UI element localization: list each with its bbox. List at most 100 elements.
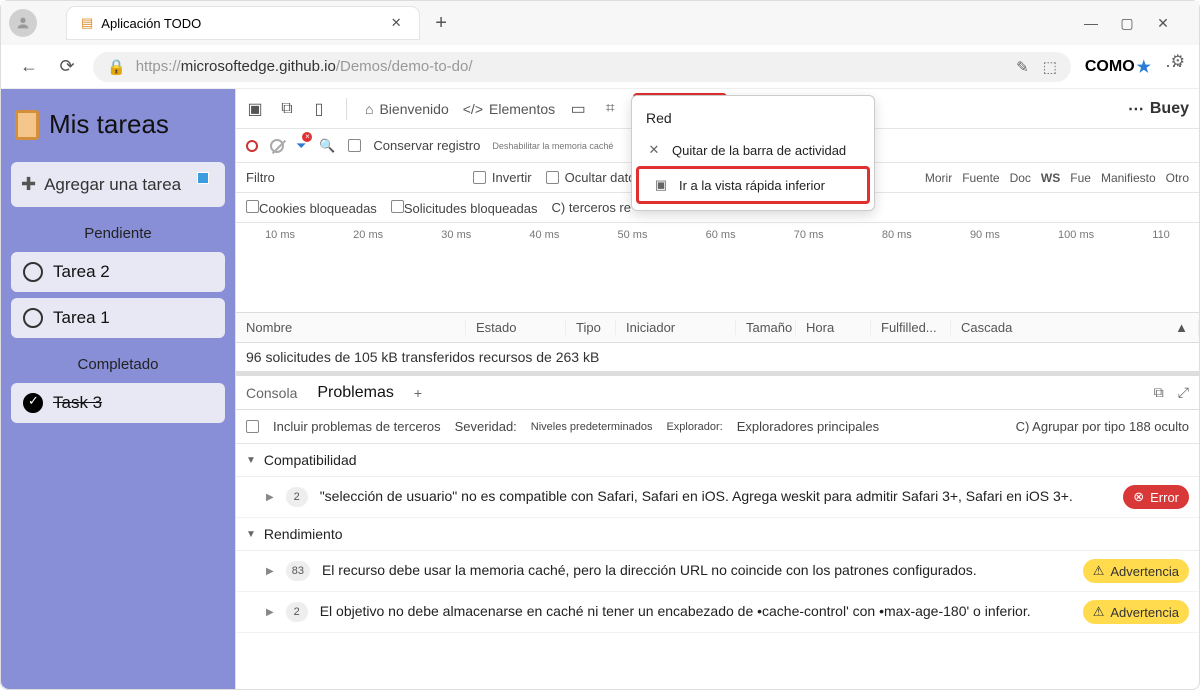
task-item-done[interactable]: Task 3 xyxy=(11,383,225,423)
issue-category-perf[interactable]: ▼Rendimiento xyxy=(236,518,1199,551)
triangle-right-icon: ▶ xyxy=(266,607,274,618)
triangle-down-icon: ▼ xyxy=(246,529,256,540)
search-icon[interactable]: 🔍 xyxy=(318,137,336,155)
disable-cache-label: Deshabilitar la memoria caché xyxy=(492,141,613,151)
network-summary: 96 solicitudes de 105 kB transferidos re… xyxy=(236,343,1199,372)
col-name[interactable]: Nombre xyxy=(236,320,466,335)
address-bar[interactable]: 🔒 https://microsoftedge.github.io/Demos/… xyxy=(93,52,1071,82)
context-menu-remove[interactable]: ✕ Quitar de la barra de actividad xyxy=(632,134,874,166)
issue-count-badge: 2 xyxy=(286,602,308,622)
dock-icon[interactable]: ▯ xyxy=(310,100,328,118)
issue-row[interactable]: ▶ 2 "selección de usuario" no es compati… xyxy=(236,477,1199,518)
sources-icon[interactable]: ▭ xyxy=(569,100,587,118)
cursor-indicator xyxy=(197,172,209,184)
context-menu-bottom-view[interactable]: ▣ Ir a la vista rápida inferior xyxy=(636,166,870,204)
check-icon[interactable] xyxy=(23,393,43,413)
profile-avatar[interactable] xyxy=(9,9,37,37)
triangle-right-icon: ▶ xyxy=(266,566,274,577)
pending-header: Pendiente xyxy=(11,213,225,246)
app-title: Mis tareas xyxy=(11,99,225,156)
network-table-header: Nombre Estado Tipo Iniciador Tamaño Hora… xyxy=(236,313,1199,343)
url-protocol: https:// xyxy=(136,58,181,75)
include-3p-checkbox[interactable] xyxy=(246,420,259,433)
plus-icon: ✚ xyxy=(21,174,36,195)
task-item[interactable]: Tarea 1 xyxy=(11,298,225,338)
debug-icon[interactable]: ⌗ xyxy=(601,100,619,118)
device-icon[interactable]: ⧉ xyxy=(278,100,296,118)
tab-elements[interactable]: </>Elementos xyxy=(463,101,555,117)
close-window-icon[interactable]: ✕ xyxy=(1155,15,1171,32)
issue-count-badge: 83 xyxy=(286,561,310,581)
col-time[interactable]: Hora xyxy=(796,320,871,335)
maximize-icon[interactable]: ▢ xyxy=(1119,15,1135,32)
tab-welcome[interactable]: ⌂Bienvenido xyxy=(365,101,449,117)
add-drawer-tab[interactable]: + xyxy=(414,385,422,401)
preserve-log-label: Conservar registro xyxy=(373,138,480,153)
context-menu-title: Red xyxy=(632,102,874,134)
filter-label: Filtro xyxy=(246,170,275,185)
third-party-label: C) terceros re xyxy=(552,200,631,215)
issue-count-badge: 2 xyxy=(286,487,308,507)
completed-header: Completado xyxy=(11,344,225,377)
drawer-tab-console[interactable]: Consola xyxy=(246,385,297,401)
close-tab-icon[interactable]: ✕ xyxy=(387,15,405,31)
preserve-log-checkbox[interactable] xyxy=(348,139,361,152)
warning-pill: ⚠Advertencia xyxy=(1083,559,1189,583)
triangle-right-icon: ▶ xyxy=(266,492,274,503)
tab-title: Aplicación TODO xyxy=(101,16,201,31)
new-tab-button[interactable]: + xyxy=(423,12,459,35)
network-timeline[interactable]: 10 ms 20 ms 30 ms 40 ms 50 ms 60 ms 70 m… xyxy=(236,223,1199,313)
url-host: microsoftedge.github.io xyxy=(181,58,336,75)
star-icon: ★ xyxy=(1137,57,1151,77)
code-icon: </> xyxy=(463,101,483,117)
blocked-cookies-checkbox[interactable] xyxy=(246,200,259,213)
issue-category-compat[interactable]: ▼Compatibilidad xyxy=(236,444,1199,477)
context-menu: Red ✕ Quitar de la barra de actividad ▣ … xyxy=(631,95,875,211)
clipboard-icon xyxy=(15,110,39,140)
refresh-icon[interactable]: ⟳ xyxy=(55,56,79,77)
lock-icon: 🔒 xyxy=(107,58,126,76)
task-item[interactable]: Tarea 2 xyxy=(11,252,225,292)
warning-icon: ⚠ xyxy=(1093,604,1105,620)
inspect-icon[interactable]: ▣ xyxy=(246,100,264,118)
radio-icon[interactable] xyxy=(23,262,43,282)
col-initiator[interactable]: Iniciador xyxy=(616,320,736,335)
drawer-dock-icon[interactable]: ⧉ xyxy=(1154,384,1164,401)
blocked-requests-checkbox[interactable] xyxy=(391,200,404,213)
col-type[interactable]: Tipo xyxy=(566,320,616,335)
buey-label: ⋯Buey xyxy=(1128,99,1189,119)
col-size[interactable]: Tamaño xyxy=(736,320,796,335)
back-icon[interactable]: ← xyxy=(17,56,41,77)
panel-bottom-icon: ▣ xyxy=(653,177,669,193)
group-by-label[interactable]: C) Agrupar por tipo 188 oculto xyxy=(1016,419,1189,434)
filter-categories: Morir Fuente Doc WS Fue Manifiesto Otro xyxy=(925,171,1189,185)
triangle-down-icon: ▼ xyxy=(246,455,256,466)
warning-icon: ⚠ xyxy=(1093,563,1105,579)
app-icon[interactable]: ⬚ xyxy=(1043,58,1057,76)
col-status[interactable]: Estado xyxy=(466,320,566,335)
home-icon: ⌂ xyxy=(365,101,373,117)
drawer-expand-icon[interactable]: ⤢ xyxy=(1178,384,1189,401)
remove-icon: ✕ xyxy=(646,142,662,158)
browser-tab[interactable]: ▤ Aplicación TODO ✕ xyxy=(67,7,419,39)
issue-row[interactable]: ▶ 83 El recurso debe usar la memoria cac… xyxy=(236,551,1199,592)
edit-page-icon[interactable]: ✎ xyxy=(1016,58,1029,76)
filter-icon[interactable]: ⏷× xyxy=(296,138,306,154)
issue-row[interactable]: ▶ 2 El objetivo no debe almacenarse en c… xyxy=(236,592,1199,633)
drawer-tab-problems[interactable]: Problemas xyxy=(313,378,397,408)
error-pill: ⊗Error xyxy=(1123,485,1189,509)
clear-icon[interactable] xyxy=(270,139,284,153)
minimize-icon[interactable]: — xyxy=(1083,15,1099,32)
radio-icon[interactable] xyxy=(23,308,43,328)
url-path: /Demos/demo-to-do/ xyxy=(336,58,473,75)
invert-checkbox[interactable] xyxy=(473,171,486,184)
warning-pill: ⚠Advertencia xyxy=(1083,600,1189,624)
gear-icon[interactable]: ⚙ xyxy=(1171,51,1185,71)
error-icon: ⊗ xyxy=(1133,489,1144,505)
como-badge[interactable]: COMO★ xyxy=(1085,57,1151,77)
col-fulfilled[interactable]: Fulfilled... xyxy=(871,320,951,335)
record-icon[interactable] xyxy=(246,140,258,152)
col-waterfall[interactable]: Cascada▲ xyxy=(951,320,1199,335)
add-task-input[interactable]: ✚ Agregar una tarea xyxy=(11,162,225,207)
hide-data-checkbox[interactable] xyxy=(546,171,559,184)
